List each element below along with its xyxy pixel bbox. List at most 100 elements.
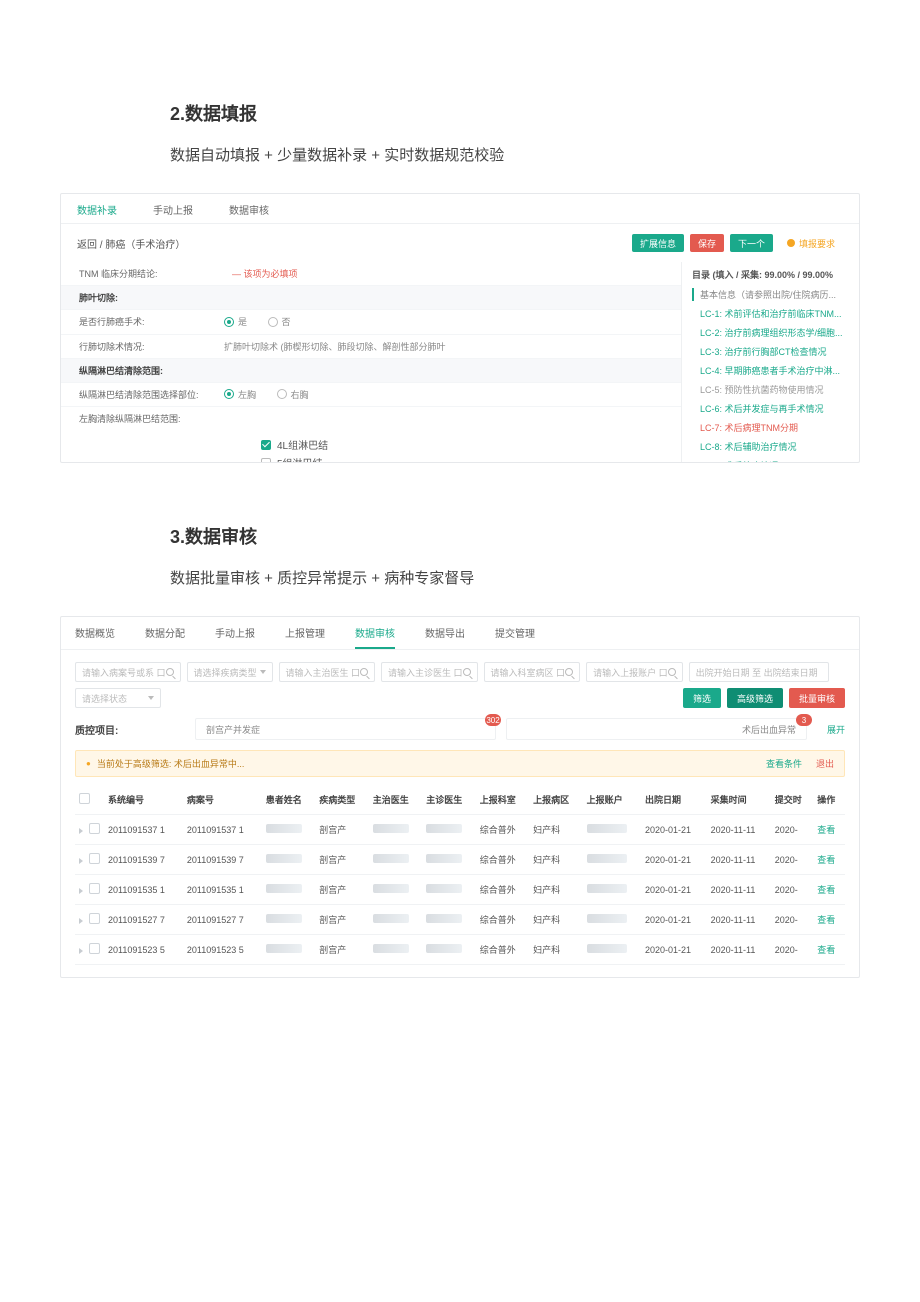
cell-case: 2011091537 1	[183, 815, 262, 845]
required-warning: 该项为必填项	[232, 269, 298, 279]
cell-out: 2020-01-21	[641, 905, 707, 935]
s1-tab-1[interactable]: 数据补录	[77, 202, 117, 217]
toc-item-lc9[interactable]: LC-9: 术后放疗情况	[692, 456, 849, 463]
search-icon	[668, 668, 676, 676]
cell-ward: 妇产科	[529, 875, 582, 905]
filter-caseno[interactable]: 请输入病案号或系 口	[75, 662, 181, 682]
select-all-checkbox[interactable]	[79, 793, 90, 804]
s2-tab-1[interactable]: 数据分配	[145, 625, 185, 649]
qc-left[interactable]: 剖宫产并发症 302	[195, 718, 496, 740]
toc-head: 目录 (填入 / 采集: 99.00% / 99.00%	[692, 268, 849, 281]
cell-doc2	[422, 875, 475, 905]
radio-right[interactable]: 右胸	[277, 388, 309, 401]
check-4l[interactable]: 4L组淋巴结	[261, 437, 663, 452]
cell-doc1	[369, 815, 422, 845]
row-checkbox[interactable]	[89, 853, 100, 864]
cell-sub: 2020-	[771, 875, 814, 905]
s1-tab-2[interactable]: 手动上报	[153, 202, 193, 217]
s2-tab-3[interactable]: 上报管理	[285, 625, 325, 649]
cell-sub: 2020-	[771, 845, 814, 875]
toc-item-lc8[interactable]: LC-8: 术后辅助治疗情况	[692, 437, 849, 456]
cell-out: 2020-01-21	[641, 815, 707, 845]
row-view-link[interactable]: 查看	[817, 825, 835, 835]
radio-yes[interactable]: 是	[224, 315, 247, 328]
toc-item-lc2[interactable]: LC-2: 治疗前病理组织形态学/细胞...	[692, 323, 849, 342]
section3-desc: 数据批量审核 + 质控异常提示 + 病种专家督导	[170, 567, 860, 588]
row-checkbox[interactable]	[89, 913, 100, 924]
cell-ward: 妇产科	[529, 935, 582, 965]
toc-item-lc7[interactable]: LC-7: 术后病理TNM分期	[692, 418, 849, 437]
toc-sidebar: 目录 (填入 / 采集: 99.00% / 99.00% 基本信息（请参照出院/…	[681, 262, 859, 463]
qc-right[interactable]: 术后出血异常 3	[506, 718, 807, 740]
link-requirement[interactable]: 填报要求	[779, 234, 843, 252]
cell-ward: 妇产科	[529, 905, 582, 935]
adv-filter-exit[interactable]: 退出	[816, 757, 834, 770]
cell-dept: 综合普外	[476, 905, 529, 935]
s2-tab-2[interactable]: 手动上报	[215, 625, 255, 649]
check-5[interactable]: 5组淋巴结	[261, 455, 663, 463]
btn-batch[interactable]: 批量审核	[789, 688, 845, 708]
filter-user[interactable]: 请输入上报账户 口	[586, 662, 683, 682]
cell-doc2	[422, 905, 475, 935]
table-row: 2011091539 72011091539 7剖宫产综合普外妇产科2020-0…	[75, 845, 845, 875]
s2-tab-4[interactable]: 数据审核	[355, 625, 395, 649]
filter-doctor2[interactable]: 请输入主诊医生 口	[381, 662, 478, 682]
filter-bar: 请输入病案号或系 口 请选择疾病类型 请输入主治医生 口 请输入主诊医生 口 请…	[61, 650, 859, 682]
chevron-down-icon	[148, 696, 154, 700]
col-case: 病案号	[183, 785, 262, 815]
cell-act: 查看	[813, 905, 845, 935]
adv-filter-view[interactable]: 查看条件	[766, 757, 802, 770]
cell-case: 2011091535 1	[183, 875, 262, 905]
row-view-link[interactable]: 查看	[817, 915, 835, 925]
toc-item-lc4[interactable]: LC-4: 早期肺癌患者手术治疗中淋...	[692, 361, 849, 380]
radio-left[interactable]: 左胸	[224, 388, 256, 401]
cell-ward: 妇产科	[529, 845, 582, 875]
s2-tab-0[interactable]: 数据概览	[75, 625, 115, 649]
toc-item-basic[interactable]: 基本信息（请参照出院/住院病历...	[692, 285, 849, 304]
expand-row-icon[interactable]	[79, 828, 83, 834]
btn-filter[interactable]: 筛选	[683, 688, 721, 708]
col-sub: 提交时	[771, 785, 814, 815]
toc-item-lc5[interactable]: LC-5: 预防性抗菌药物使用情况	[692, 380, 849, 399]
cell-user	[583, 935, 641, 965]
filter-doctor1[interactable]: 请输入主治医生 口	[279, 662, 376, 682]
screenshot-data-entry: 数据补录 手动上报 数据审核 返回 / 肺癌（手术治疗） 扩展信息 保存 下一个…	[60, 193, 860, 463]
s1-tab-3[interactable]: 数据审核	[229, 202, 269, 217]
row-view-link[interactable]: 查看	[817, 945, 835, 955]
search-icon	[166, 668, 174, 676]
row-view-link[interactable]: 查看	[817, 885, 835, 895]
toc-item-lc3[interactable]: LC-3: 治疗前行胸部CT检查情况	[692, 342, 849, 361]
qc-expand[interactable]: 展开	[827, 723, 845, 736]
filter-disease[interactable]: 请选择疾病类型	[187, 662, 273, 682]
cell-act: 查看	[813, 815, 845, 845]
expand-row-icon[interactable]	[79, 888, 83, 894]
filter-ward[interactable]: 请输入科室病区 口	[484, 662, 581, 682]
s2-tab-5[interactable]: 数据导出	[425, 625, 465, 649]
filter-date[interactable]: 出院开始日期 至 出院结束日期	[689, 662, 829, 682]
cell-out: 2020-01-21	[641, 875, 707, 905]
expand-row-icon[interactable]	[79, 948, 83, 954]
cell-doc2	[422, 935, 475, 965]
radio-no[interactable]: 否	[268, 315, 291, 328]
search-icon	[565, 668, 573, 676]
btn-next[interactable]: 下一个	[730, 234, 773, 252]
toc-item-lc6[interactable]: LC-6: 术后并发症与再手术情况	[692, 399, 849, 418]
s2-tab-6[interactable]: 提交管理	[495, 625, 535, 649]
breadcrumb[interactable]: 返回 / 肺癌（手术治疗）	[77, 236, 185, 251]
cell-case: 2011091523 5	[183, 935, 262, 965]
row-checkbox[interactable]	[89, 883, 100, 894]
row-view-link[interactable]: 查看	[817, 855, 835, 865]
cell-name	[262, 815, 315, 845]
btn-extend-info[interactable]: 扩展信息	[632, 234, 684, 252]
row-checkbox[interactable]	[89, 943, 100, 954]
qc-right-text: 术后出血异常	[742, 723, 796, 736]
cell-act: 查看	[813, 845, 845, 875]
btn-save[interactable]: 保存	[690, 234, 724, 252]
expand-row-icon[interactable]	[79, 918, 83, 924]
toc-item-lc1[interactable]: LC-1: 术前评估和治疗前临床TNM...	[692, 304, 849, 323]
btn-adv-filter[interactable]: 高级筛选	[727, 688, 783, 708]
filter-status[interactable]: 请选择状态	[75, 688, 161, 708]
adv-filter-text: 当前处于高级筛选: 术后出血异常中...	[97, 757, 245, 770]
row-checkbox[interactable]	[89, 823, 100, 834]
expand-row-icon[interactable]	[79, 858, 83, 864]
